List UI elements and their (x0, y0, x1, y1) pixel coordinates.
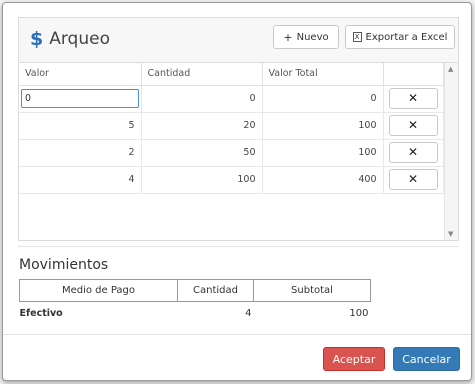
panel-header: $ Arqueo + Nuevo X Exportar a Excel (19, 18, 458, 63)
cantidad-cell[interactable]: 100 (141, 166, 263, 194)
valor-cell-editing[interactable] (19, 85, 142, 113)
medio-de-pago-cell: Efectivo (19, 308, 63, 320)
table-row: 4 100 400 ✕ (19, 166, 444, 194)
close-icon: ✕ (407, 91, 419, 105)
col-actions (383, 63, 444, 86)
delete-row-button[interactable]: ✕ (388, 169, 438, 190)
col-valor[interactable]: Valor (19, 63, 142, 86)
table-row: 2 50 100 ✕ (19, 139, 444, 167)
arqueo-dialog: $ Arqueo + Nuevo X Exportar a Excel Valo… (2, 2, 472, 381)
valor-cell[interactable]: 4 (19, 166, 142, 194)
footer-divider (3, 334, 471, 335)
cantidad-cell: 4 (245, 308, 252, 320)
close-icon: ✕ (407, 145, 419, 159)
movimientos-table: Medio de Pago Cantidad Subtotal Efectivo… (19, 279, 371, 326)
export-excel-button[interactable]: X Exportar a Excel (345, 25, 455, 49)
accept-button[interactable]: Aceptar (323, 347, 385, 371)
table-row: 0 0 ✕ (19, 85, 444, 113)
title-text: Arqueo (49, 29, 110, 49)
excel-icon: X (352, 32, 362, 42)
grid-header-row: Valor Cantidad Valor Total (19, 63, 444, 86)
delete-row-button[interactable]: ✕ (388, 88, 438, 109)
valor-cell[interactable]: 5 (19, 112, 142, 140)
table-row: 5 20 100 ✕ (19, 112, 444, 140)
col-valor-total[interactable]: Valor Total (262, 63, 384, 86)
scroll-down-icon[interactable]: ▼ (448, 230, 453, 238)
row-actions: ✕ (383, 112, 444, 140)
close-icon: ✕ (407, 172, 419, 186)
valor-input[interactable] (21, 89, 139, 108)
col-medio-de-pago: Medio de Pago (19, 279, 178, 302)
new-button[interactable]: + Nuevo (273, 25, 339, 49)
row-actions: ✕ (383, 166, 444, 194)
total-cell[interactable]: 100 (262, 112, 384, 140)
total-cell[interactable]: 400 (262, 166, 384, 194)
panel-title: $ Arqueo (30, 28, 110, 50)
export-button-label: Exportar a Excel (365, 31, 448, 43)
col-subtotal: Subtotal (253, 279, 371, 302)
cantidad-cell[interactable]: 0 (141, 85, 263, 113)
cantidad-cell[interactable]: 20 (141, 112, 263, 140)
valor-cell[interactable]: 2 (19, 139, 142, 167)
table-row: Efectivo 4 100 (20, 302, 371, 326)
col-cantidad[interactable]: Cantidad (141, 63, 263, 86)
section-divider (18, 246, 459, 247)
close-icon: ✕ (407, 118, 419, 132)
total-cell[interactable]: 0 (262, 85, 384, 113)
col-cantidad: Cantidad (177, 279, 254, 302)
delete-row-button[interactable]: ✕ (388, 142, 438, 163)
new-button-label: Nuevo (296, 31, 329, 43)
cancel-button[interactable]: Cancelar (393, 347, 460, 371)
dollar-icon: $ (30, 28, 44, 50)
movimientos-title: Movimientos (19, 257, 109, 273)
grid-scrollbar[interactable]: ▲ ▼ (444, 63, 458, 240)
subtotal-cell: 100 (349, 308, 369, 320)
scroll-up-icon[interactable]: ▲ (448, 65, 453, 73)
cantidad-cell[interactable]: 50 (141, 139, 263, 167)
row-actions: ✕ (383, 85, 444, 113)
plus-icon: + (283, 30, 293, 44)
row-actions: ✕ (383, 139, 444, 167)
arqueo-grid: Valor Cantidad Valor Total 0 0 ✕ (19, 63, 444, 194)
movimientos-header-row: Medio de Pago Cantidad Subtotal (19, 279, 371, 302)
delete-row-button[interactable]: ✕ (388, 115, 438, 136)
total-cell[interactable]: 100 (262, 139, 384, 167)
arqueo-panel: $ Arqueo + Nuevo X Exportar a Excel Valo… (18, 17, 459, 241)
